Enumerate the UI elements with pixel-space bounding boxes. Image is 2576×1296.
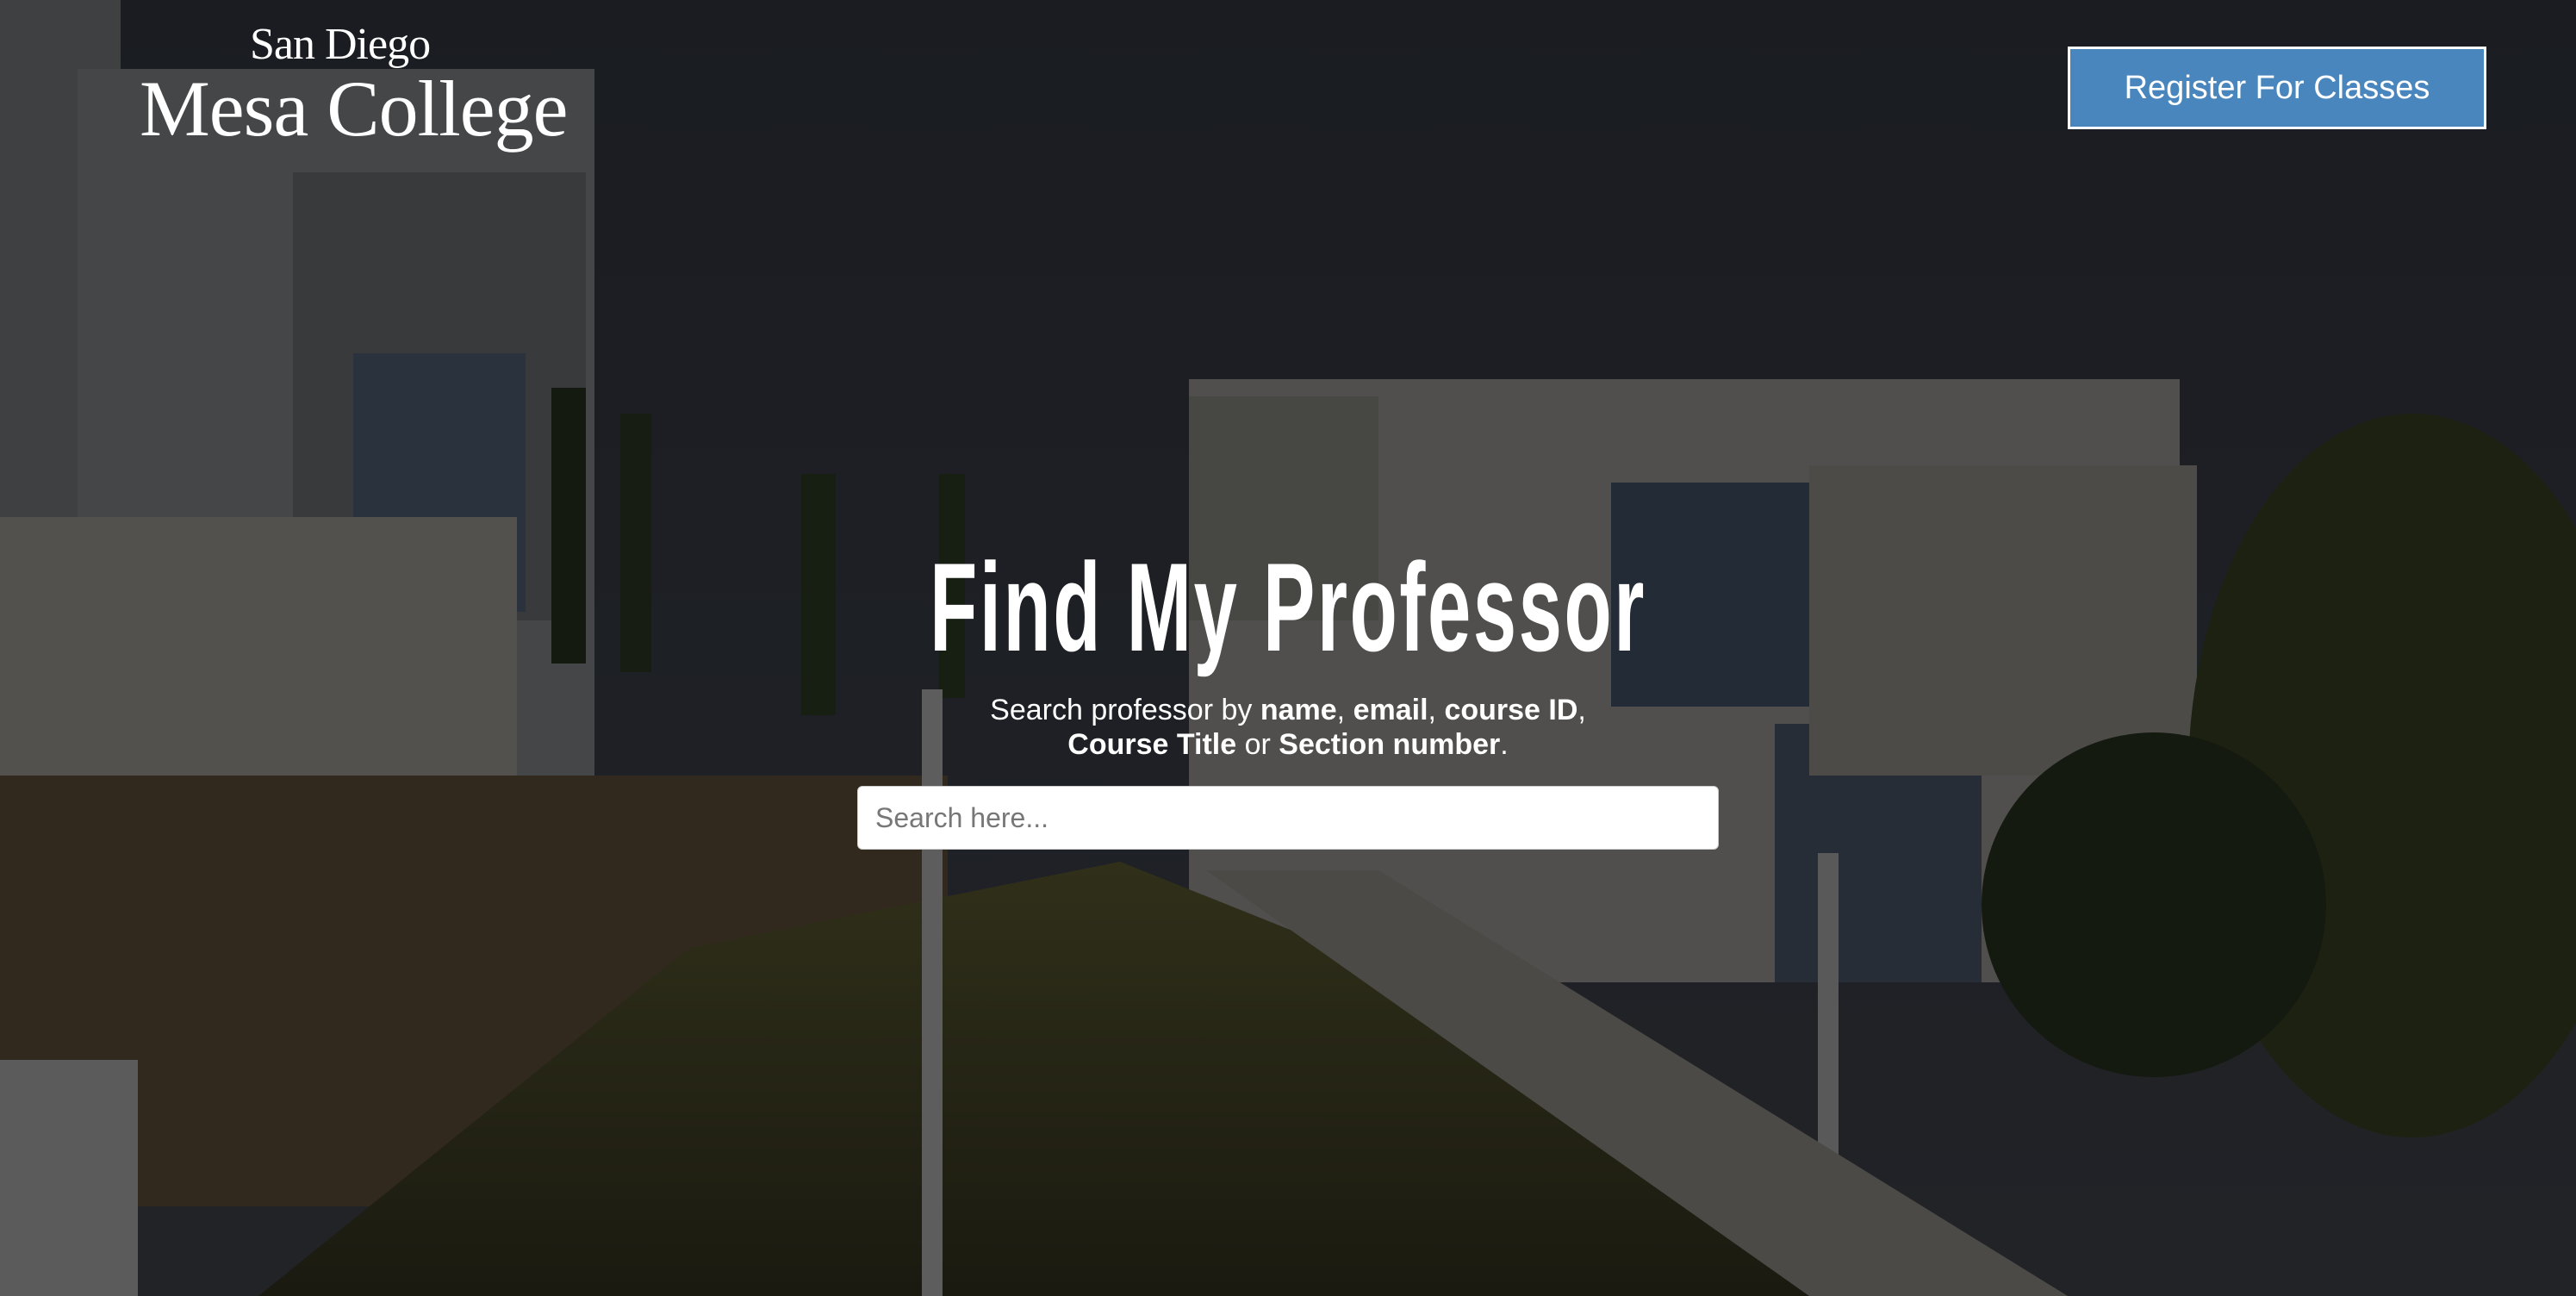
logo-line-1: San Diego xyxy=(250,20,431,69)
search-instructions-line-1: Search professor by name, email, course … xyxy=(0,693,2576,727)
separator: , xyxy=(1428,694,1445,726)
instructions-or: or xyxy=(1236,728,1279,761)
search-instructions: Search professor by name, email, course … xyxy=(0,693,2576,762)
term-email: email xyxy=(1353,694,1428,726)
hero-section: San Diego Mesa College Register For Clas… xyxy=(0,0,2576,1296)
term-course-id: course ID xyxy=(1444,694,1578,726)
page-title: Find My Professor xyxy=(930,537,1646,677)
hero-content: Find My Professor Search professor by na… xyxy=(0,534,2576,850)
instructions-prefix: Search professor by xyxy=(990,694,1260,726)
register-for-classes-button[interactable]: Register For Classes xyxy=(2068,47,2486,129)
term-section-number: Section number xyxy=(1279,728,1501,761)
search-input[interactable] xyxy=(857,786,1719,850)
logo-line-2: Mesa College xyxy=(140,65,568,153)
term-name: name xyxy=(1260,694,1337,726)
separator: , xyxy=(1336,694,1353,726)
search-instructions-line-2: Course Title or Section number. xyxy=(0,727,2576,762)
instructions-end: . xyxy=(1500,728,1509,761)
separator: , xyxy=(1577,694,1586,726)
term-course-title: Course Title xyxy=(1067,728,1237,761)
college-logo[interactable]: San Diego Mesa College xyxy=(140,20,568,153)
